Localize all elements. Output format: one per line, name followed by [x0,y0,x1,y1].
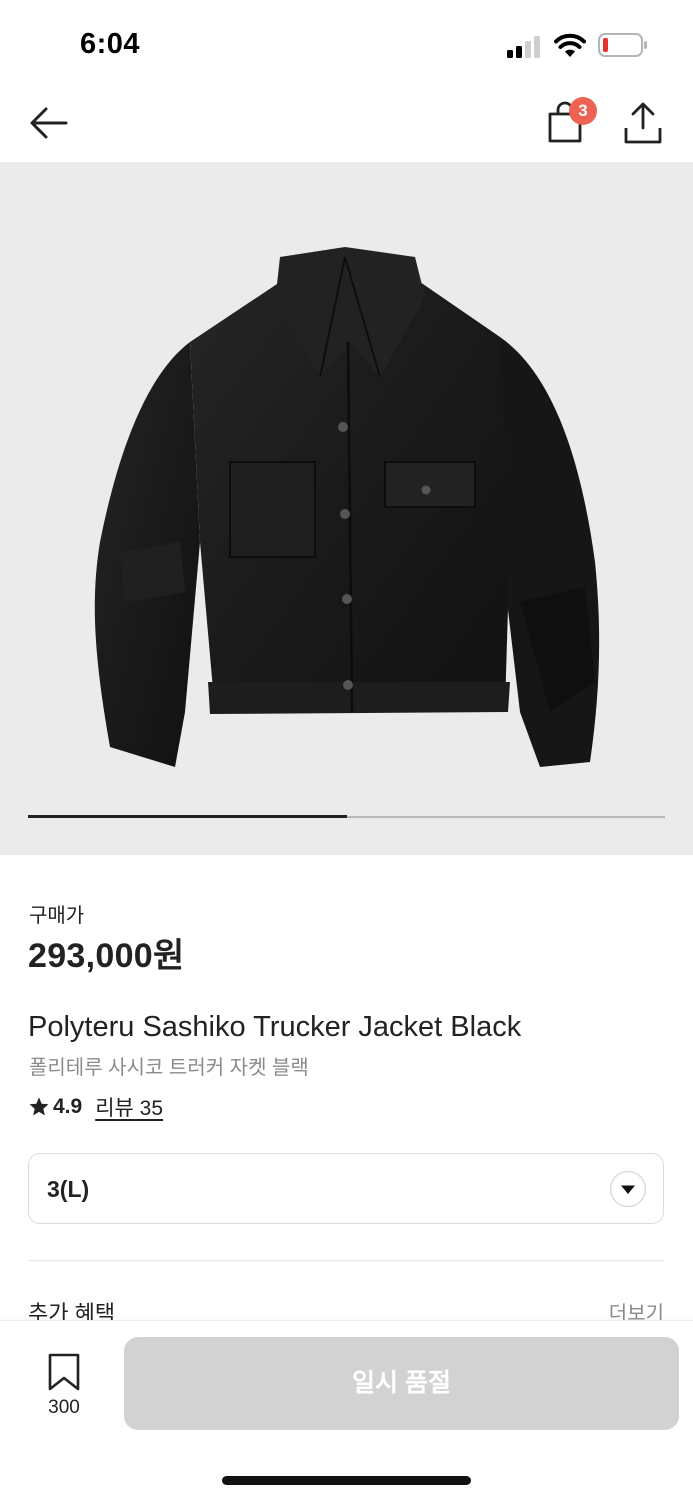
rating-score: 4.9 [53,1095,83,1118]
sold-out-button[interactable]: 일시 품절 [124,1337,679,1430]
size-select[interactable]: 3(L) [28,1153,664,1224]
back-arrow-icon[interactable] [28,102,70,144]
price-value: 293,000원 [28,937,185,975]
gallery-progress-track [28,815,665,818]
battery-icon [598,33,647,57]
cellular-signal-icon [507,36,540,58]
home-indicator [222,1476,471,1485]
bookmark-button[interactable]: 300 [34,1349,94,1419]
cart-count-badge: 3 [569,97,597,125]
wifi-icon [554,33,586,57]
status-time: 6:04 [80,28,141,60]
product-photo [94,247,600,767]
rating-row: 4.9 리뷰 35 [28,1092,163,1122]
nav-bar: 3 [0,90,693,162]
product-image-gallery[interactable] [0,162,693,855]
product-name-korean: 폴리테루 사시코 트러커 자켓 블랙 [29,1057,309,1079]
bottom-action-bar: 300 일시 품절 [0,1320,693,1500]
section-divider [28,1260,665,1261]
product-name-english: Polyteru Sashiko Trucker Jacket Black [28,1011,522,1043]
share-icon[interactable] [622,100,664,146]
reviews-link[interactable]: 리뷰 35 [95,1092,163,1122]
bookmark-icon [48,1353,80,1391]
size-select-value: 3(L) [47,1176,90,1202]
status-bar: 6:04 [0,0,693,90]
bookmark-count: 300 [48,1397,80,1418]
star-icon [29,1097,49,1116]
price-label: 구매가 [29,905,85,927]
chevron-down-icon [609,1170,647,1208]
gallery-progress-fill [28,815,347,818]
